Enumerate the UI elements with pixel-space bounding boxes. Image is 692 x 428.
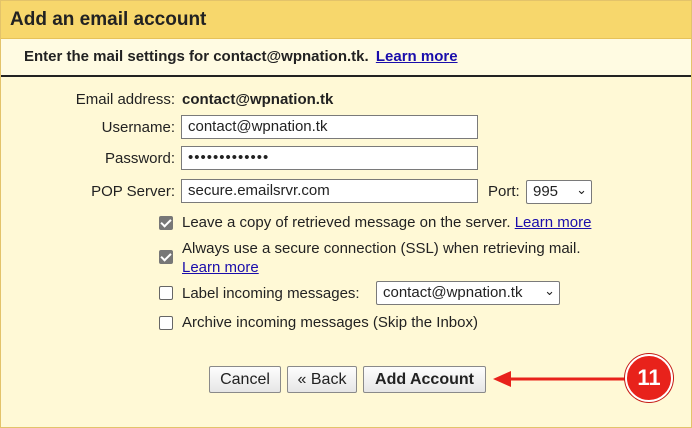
instruction-text: Enter the mail settings for contact@wpna… xyxy=(24,48,458,65)
add-account-button[interactable]: Add Account xyxy=(363,366,486,393)
label-incoming-label: Label incoming messages: xyxy=(182,285,360,302)
learn-more-link[interactable]: Learn more xyxy=(376,48,458,65)
pop-server-label: POP Server: xyxy=(91,183,175,200)
port-select[interactable]: 995 ⌄ xyxy=(526,180,592,204)
username-label: Username: xyxy=(101,119,175,136)
label-select[interactable]: contact@wpnation.tk ⌄ xyxy=(376,281,560,305)
pop-server-input[interactable]: secure.emailsrvr.com xyxy=(181,179,478,203)
instruction-label: Enter the mail settings for contact@wpna… xyxy=(24,48,369,65)
email-label: Email address: xyxy=(75,91,175,108)
cancel-button[interactable]: Cancel xyxy=(209,366,281,393)
dialog-header: Add an email account xyxy=(1,1,691,39)
leave-copy-checkbox[interactable] xyxy=(159,216,173,230)
password-input[interactable]: ••••••••••••• xyxy=(181,146,478,170)
chevron-down-icon: ⌄ xyxy=(576,182,587,197)
ssl-checkbox[interactable] xyxy=(159,250,173,264)
annotation-arrow-icon xyxy=(493,371,625,387)
chevron-down-icon: ⌄ xyxy=(544,283,555,298)
instruction-bar: Enter the mail settings for contact@wpna… xyxy=(1,39,691,77)
leave-copy-label: Leave a copy of retrieved message on the… xyxy=(182,214,511,231)
back-button[interactable]: « Back xyxy=(287,366,357,393)
port-value: 995 xyxy=(533,183,559,200)
ssl-label: Always use a secure connection (SSL) whe… xyxy=(182,240,581,257)
password-label: Password: xyxy=(104,150,175,167)
dialog: Add an email account Enter the mail sett… xyxy=(0,0,692,428)
email-value: contact@wpnation.tk xyxy=(182,91,334,108)
port-label: Port: xyxy=(488,183,520,200)
step-badge: 11 xyxy=(625,354,673,402)
dialog-title: Add an email account xyxy=(10,9,207,30)
archive-label: Archive incoming messages (Skip the Inbo… xyxy=(182,314,478,331)
ssl-option: Always use a secure connection (SSL) whe… xyxy=(182,239,622,277)
archive-checkbox[interactable] xyxy=(159,316,173,330)
label-incoming-checkbox[interactable] xyxy=(159,286,173,300)
leave-copy-learn-more-link[interactable]: Learn more xyxy=(515,214,592,231)
ssl-learn-more-link[interactable]: Learn more xyxy=(182,259,259,276)
username-input[interactable]: contact@wpnation.tk xyxy=(181,115,478,139)
label-select-value: contact@wpnation.tk xyxy=(383,284,523,301)
leave-copy-option: Leave a copy of retrieved message on the… xyxy=(182,214,591,231)
